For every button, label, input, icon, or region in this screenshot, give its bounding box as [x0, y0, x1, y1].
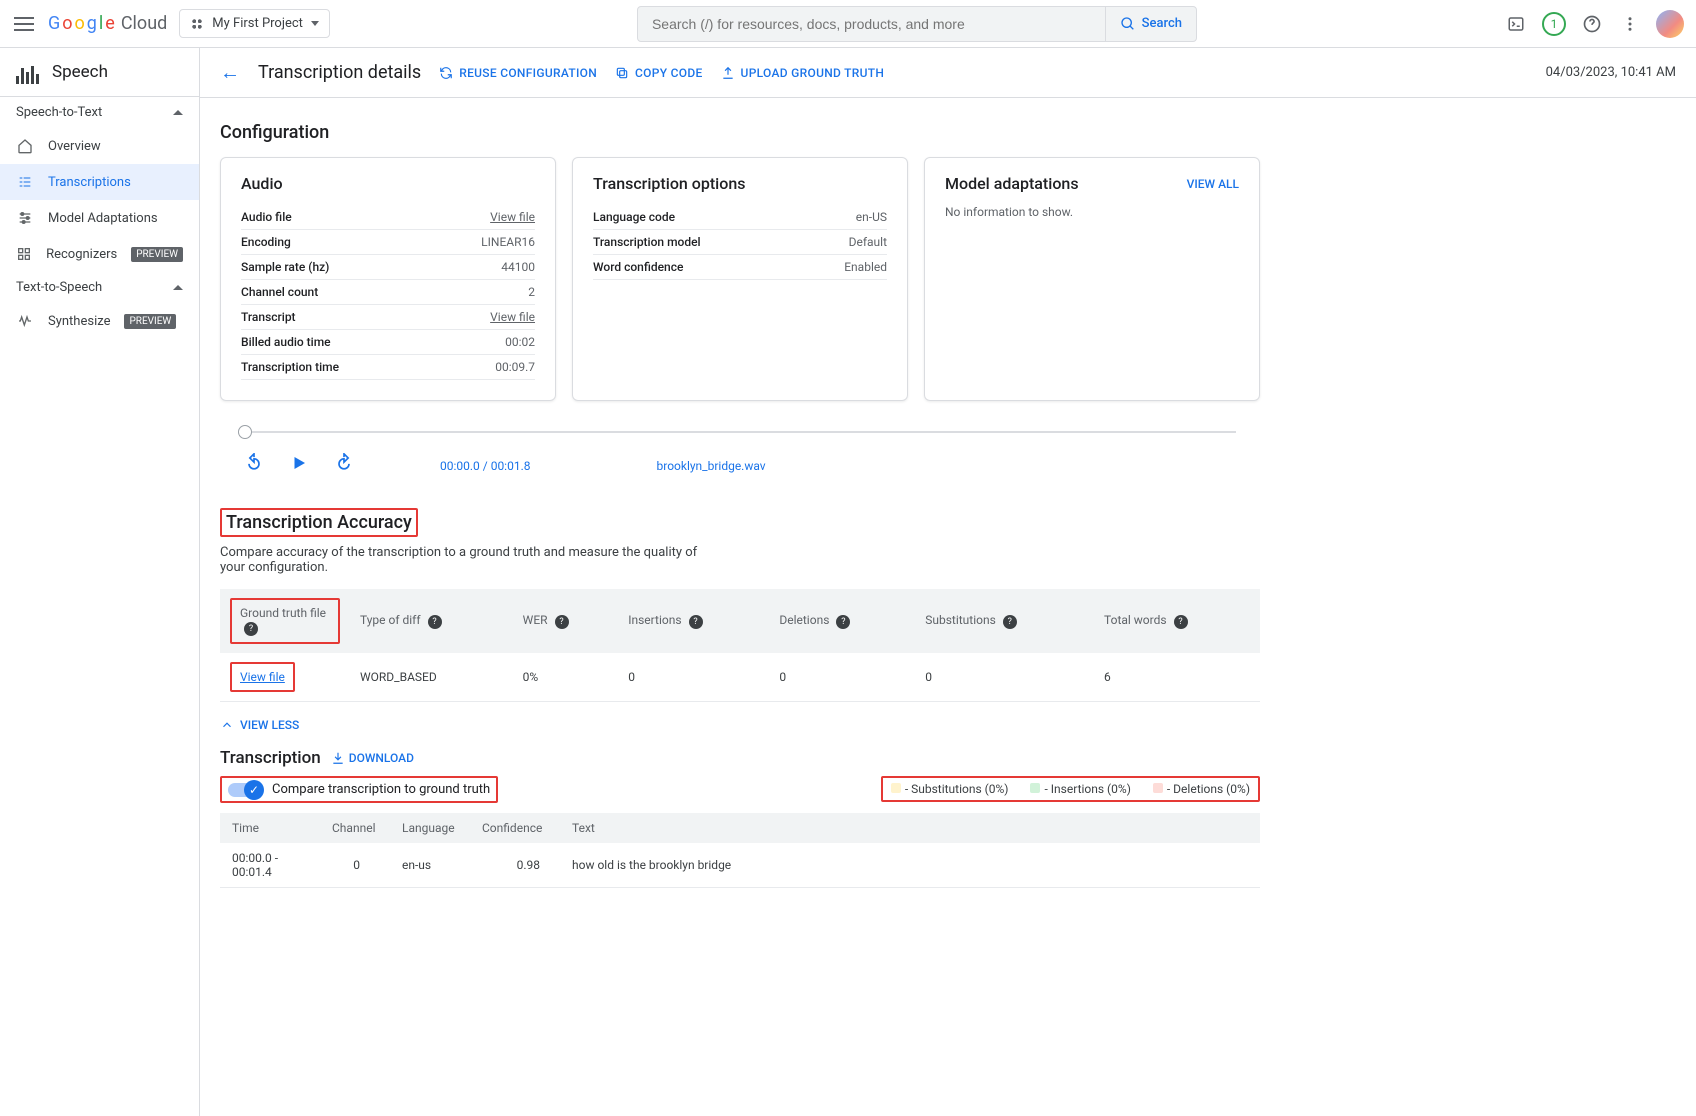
avatar[interactable]	[1656, 10, 1684, 38]
nav-section-tts[interactable]: Text-to-Speech	[0, 272, 199, 303]
accuracy-table: Ground truth file ? Type of diff ? WER ?…	[220, 589, 1260, 702]
download-icon	[331, 751, 345, 765]
config-cards: Audio Audio fileView file EncodingLINEAR…	[220, 157, 1260, 401]
gt-header-highlight: Ground truth file ?	[230, 598, 340, 644]
play-icon[interactable]	[290, 454, 308, 477]
preview-badge: PREVIEW	[124, 314, 176, 329]
back-arrow-icon[interactable]: ←	[220, 60, 240, 85]
copy-code-button[interactable]: COPY CODE	[615, 66, 703, 80]
options-card: Transcription options Language codeen-US…	[572, 157, 908, 401]
page-title: Transcription details	[258, 62, 421, 83]
project-name: My First Project	[212, 16, 303, 31]
product-name: Speech	[52, 62, 108, 82]
search-button[interactable]: Search	[1105, 7, 1196, 41]
sidebar: Speech Speech-to-Text Overview Transcrip…	[0, 48, 200, 1116]
options-card-title: Transcription options	[593, 174, 745, 193]
accuracy-title: Transcription Accuracy	[220, 508, 418, 537]
player-thumb[interactable]	[238, 425, 252, 439]
legend-ins: - Insertions (0%)	[1030, 782, 1130, 796]
search-box: Search	[637, 6, 1197, 42]
audio-player: 00:00.0 / 00:01.8 brooklyn_bridge.wav	[220, 431, 1260, 478]
replay-back-icon[interactable]	[244, 453, 264, 478]
speech-icon	[16, 60, 40, 84]
upload-icon	[721, 66, 735, 80]
transcription-title: Transcription	[220, 748, 321, 768]
list-icon	[16, 173, 34, 191]
view-less-button[interactable]: VIEW LESS	[220, 718, 1260, 732]
product-header: Speech	[0, 48, 199, 97]
player-filename: brooklyn_bridge.wav	[657, 459, 766, 473]
chevron-up-icon	[173, 285, 183, 290]
home-icon	[16, 137, 34, 155]
adapt-empty: No information to show.	[945, 205, 1239, 219]
chevron-up-icon	[220, 718, 234, 732]
search-wrap: Search	[342, 6, 1492, 42]
refresh-icon	[439, 66, 453, 80]
transcription-table: Time Channel Language Confidence Text 00…	[220, 813, 1260, 888]
project-picker[interactable]: My First Project	[179, 9, 330, 38]
search-button-label: Search	[1142, 16, 1182, 31]
logo-cloud-text: Cloud	[121, 13, 167, 34]
audio-card: Audio Audio fileView file EncodingLINEAR…	[220, 157, 556, 401]
tune-icon	[16, 209, 34, 227]
topbar-right: 1	[1504, 10, 1684, 38]
help-icon[interactable]: ?	[555, 615, 569, 629]
legend-sub: - Substitutions (0%)	[891, 782, 1009, 796]
gt-cell-highlight: View file	[230, 662, 295, 692]
gcp-logo[interactable]: Google Cloud	[48, 13, 167, 34]
sidebar-item-overview[interactable]: Overview	[0, 128, 199, 164]
search-icon	[1120, 16, 1136, 32]
cloud-shell-icon[interactable]	[1504, 12, 1528, 36]
compare-toggle[interactable]: ✓	[228, 783, 262, 797]
help-icon[interactable]: ?	[1003, 615, 1017, 629]
legend-del: - Deletions (0%)	[1153, 782, 1250, 796]
chevron-up-icon	[173, 110, 183, 115]
copy-icon	[615, 66, 629, 80]
menu-icon[interactable]	[12, 12, 36, 36]
search-input[interactable]	[638, 16, 1105, 32]
sidebar-item-synthesize[interactable]: Synthesize PREVIEW	[0, 303, 199, 339]
caret-down-icon	[311, 21, 319, 26]
legend-highlight: - Substitutions (0%) - Insertions (0%) -…	[881, 776, 1260, 802]
help-icon[interactable]: ?	[428, 615, 442, 629]
content: ← Transcription details REUSE CONFIGURAT…	[200, 48, 1696, 1116]
sidebar-item-model-adaptations[interactable]: Model Adaptations	[0, 200, 199, 236]
upload-gt-button[interactable]: UPLOAD GROUND TRUTH	[721, 66, 885, 80]
adapt-card-title: Model adaptations	[945, 174, 1079, 193]
help-icon[interactable]: ?	[836, 615, 850, 629]
nav-section-stt[interactable]: Speech-to-Text	[0, 97, 199, 128]
free-trial-badge[interactable]: 1	[1542, 12, 1566, 36]
player-time: 00:00.0 / 00:01.8	[440, 459, 531, 473]
reuse-config-button[interactable]: REUSE CONFIGURATION	[439, 66, 597, 80]
help-icon[interactable]	[1580, 12, 1604, 36]
project-dots-icon	[190, 17, 204, 31]
compare-toggle-highlight: ✓ Compare transcription to ground truth	[220, 776, 498, 803]
wave-icon	[16, 312, 34, 330]
audio-file-link[interactable]: View file	[490, 210, 535, 224]
sidebar-item-transcriptions[interactable]: Transcriptions	[0, 164, 199, 200]
sidebar-item-recognizers[interactable]: Recognizers PREVIEW	[0, 236, 199, 272]
player-track[interactable]	[244, 431, 1236, 433]
transcription-row: 00:00.0 - 00:01.4 0 en-us 0.98 how old i…	[220, 843, 1260, 888]
compare-label: Compare transcription to ground truth	[272, 782, 490, 797]
accuracy-desc: Compare accuracy of the transcription to…	[220, 545, 720, 575]
accuracy-row: View file WORD_BASED 0% 0 0 0 6	[220, 653, 1260, 702]
help-icon[interactable]: ?	[1174, 615, 1188, 629]
config-section-title: Configuration	[220, 122, 1260, 143]
detail-header: ← Transcription details REUSE CONFIGURAT…	[200, 48, 1696, 98]
gt-view-file-link[interactable]: View file	[240, 670, 285, 684]
more-vert-icon[interactable]	[1618, 12, 1642, 36]
audio-card-title: Audio	[241, 174, 283, 193]
preview-badge: PREVIEW	[131, 247, 183, 262]
help-icon[interactable]: ?	[244, 622, 258, 636]
grid-icon	[16, 245, 32, 263]
transcript-file-link[interactable]: View file	[490, 310, 535, 324]
view-all-link[interactable]: VIEW ALL	[1187, 177, 1239, 191]
top-bar: Google Cloud My First Project Search 1	[0, 0, 1696, 48]
download-button[interactable]: DOWNLOAD	[331, 751, 414, 765]
replay-fwd-icon[interactable]	[334, 453, 354, 478]
adapt-card: Model adaptations VIEW ALL No informatio…	[924, 157, 1260, 401]
timestamp: 04/03/2023, 10:41 AM	[1546, 65, 1676, 80]
help-icon[interactable]: ?	[689, 615, 703, 629]
